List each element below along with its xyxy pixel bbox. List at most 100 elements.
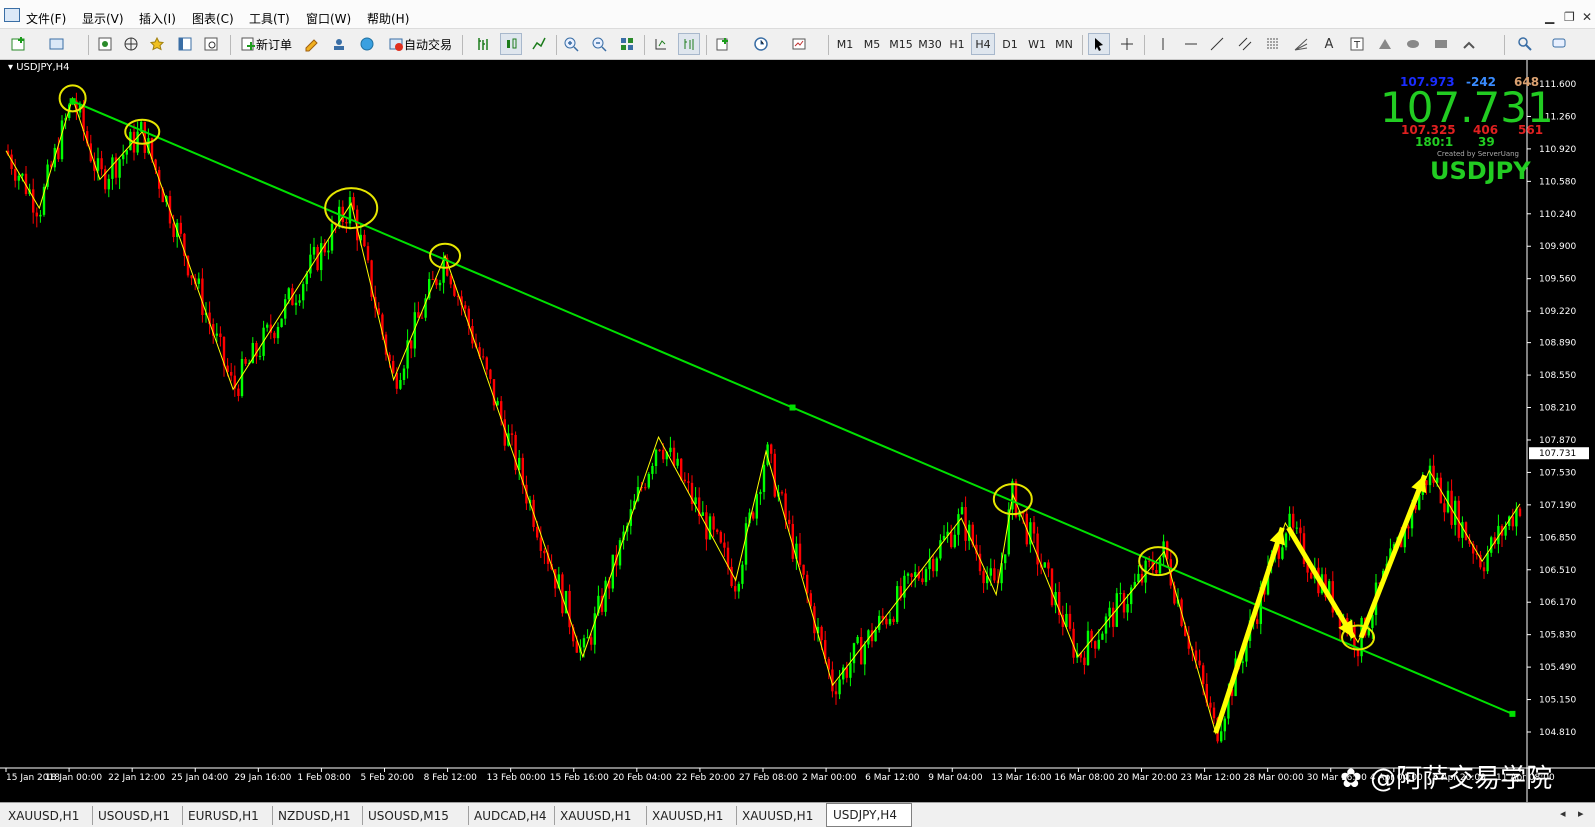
vertical-line-icon[interactable]	[1152, 33, 1174, 55]
menu-window[interactable]: 窗口(W)	[306, 10, 351, 27]
chart-shift-icon[interactable]	[678, 33, 700, 55]
menu-charts[interactable]: 图表(C)	[192, 10, 234, 27]
candle-body	[798, 543, 802, 565]
candle-body	[676, 458, 679, 466]
indicators-icon[interactable]	[712, 33, 734, 55]
candle-body	[107, 178, 110, 190]
menu-file[interactable]: 文件(F)	[26, 10, 66, 27]
candle-body	[939, 540, 942, 559]
chart-tab[interactable]: XAUUSD,H1	[554, 806, 647, 825]
candle-body	[1068, 613, 1072, 629]
close-icon[interactable]: ✕	[1582, 10, 1592, 24]
candle-body	[21, 173, 24, 176]
auto-trading-button[interactable]: 自动交易	[384, 33, 456, 55]
candle-body	[802, 564, 805, 575]
chart-tab[interactable]: NZDUSD,H1	[272, 806, 363, 825]
timeframe-mn[interactable]: MN	[1052, 33, 1076, 55]
new-order-label: 新订单	[255, 37, 292, 52]
chart-tab[interactable]: USOUSD,H1	[92, 806, 183, 825]
chart-tab[interactable]: XAUUSD,H1	[736, 806, 827, 825]
timeframe-m1[interactable]: M1	[834, 33, 856, 55]
time-label: 5 Feb 20:00	[361, 773, 415, 783]
market-watch-icon[interactable]	[94, 33, 116, 55]
candle-body	[773, 453, 776, 497]
current-price-label: 107.731	[1539, 449, 1576, 459]
menu-insert[interactable]: 插入(I)	[139, 10, 176, 27]
equidistant-channel-icon[interactable]	[1234, 33, 1256, 55]
candle-body	[845, 667, 848, 678]
candle-body	[258, 355, 262, 357]
zoom-in-icon[interactable]	[560, 33, 582, 55]
chart-tab[interactable]: XAUUSD,H1	[646, 806, 737, 825]
navigator-icon[interactable]	[146, 33, 168, 55]
arrows-icon[interactable]	[1458, 33, 1480, 55]
zoom-out-icon[interactable]	[588, 33, 610, 55]
ellipse-icon[interactable]	[1402, 33, 1424, 55]
price-label: 110.240	[1539, 210, 1576, 220]
candle-body	[741, 564, 744, 584]
rectangle-icon[interactable]	[1430, 33, 1452, 55]
chart-tab[interactable]: USOUSD,M15	[362, 806, 469, 825]
menu-help[interactable]: 帮助(H)	[367, 10, 409, 27]
horizontal-line-icon[interactable]	[1180, 33, 1202, 55]
minimize-icon[interactable]: ▁	[1545, 10, 1554, 24]
chart-tab[interactable]: XAUUSD,H1	[2, 806, 93, 825]
candle-body	[716, 529, 719, 532]
auto-scroll-icon[interactable]	[650, 33, 672, 55]
terminal-icon[interactable]	[174, 33, 196, 55]
market-icon[interactable]	[356, 33, 378, 55]
fibonacci-icon[interactable]	[1262, 33, 1284, 55]
candle-body	[838, 679, 841, 695]
candle-body	[39, 214, 42, 217]
candle-body	[449, 275, 452, 285]
chat-icon[interactable]	[1548, 33, 1570, 55]
candle-body	[1043, 562, 1046, 568]
fibo-fan-icon[interactable]	[1290, 33, 1312, 55]
text-icon[interactable]: A	[1318, 33, 1340, 55]
triangle-icon[interactable]	[1374, 33, 1396, 55]
candle-body	[392, 360, 395, 373]
tab-scroll-right-icon[interactable]: ▸	[1578, 807, 1584, 820]
line-chart-icon[interactable]	[528, 33, 550, 55]
menu-view[interactable]: 显示(V)	[82, 10, 124, 27]
candlestick-icon[interactable]	[500, 33, 522, 55]
periods-icon[interactable]	[750, 33, 772, 55]
crosshair-icon[interactable]	[1116, 33, 1138, 55]
new-chart-icon[interactable]	[8, 33, 30, 55]
candle-body	[708, 516, 712, 540]
timeframe-d1[interactable]: D1	[999, 33, 1021, 55]
restore-icon[interactable]: ❐	[1564, 10, 1575, 24]
candle-body	[1050, 568, 1054, 606]
timeframe-m5[interactable]: M5	[861, 33, 883, 55]
chart-tab[interactable]: AUDCAD,H4	[468, 806, 555, 825]
signals-icon[interactable]	[328, 33, 350, 55]
metaeditor-icon[interactable]	[300, 33, 322, 55]
bar-chart-icon[interactable]	[472, 33, 494, 55]
price-label: 104.810	[1539, 728, 1576, 738]
search-icon[interactable]	[1514, 33, 1536, 55]
data-window-icon[interactable]	[120, 33, 142, 55]
tab-scroll-left-icon[interactable]: ◂	[1560, 807, 1566, 820]
candle-body	[302, 284, 305, 301]
timeframe-h1[interactable]: H1	[946, 33, 968, 55]
down-arrow	[1286, 526, 1356, 639]
timeframe-w1[interactable]: W1	[1025, 33, 1049, 55]
price-chart[interactable]: 111.600 111.260 110.920 110.580 110.240 109.9…	[0, 60, 1595, 802]
tile-windows-icon[interactable]	[616, 33, 638, 55]
new-order-button[interactable]: 新订单	[236, 33, 296, 55]
candle-body	[280, 318, 283, 327]
profiles-icon[interactable]	[46, 33, 68, 55]
menu-tools[interactable]: 工具(T)	[249, 10, 290, 27]
timeframe-m15[interactable]: M15	[888, 33, 914, 55]
timeframe-h4[interactable]: H4	[971, 33, 995, 55]
strategy-tester-icon[interactable]	[200, 33, 222, 55]
chart-tab[interactable]: EURUSD,H1	[182, 806, 273, 825]
cursor-icon[interactable]	[1088, 33, 1110, 55]
trendline-icon[interactable]	[1206, 33, 1228, 55]
templates-icon[interactable]	[788, 33, 810, 55]
candle-body	[244, 358, 247, 364]
timeframe-m30[interactable]: M30	[917, 33, 943, 55]
price-label: 106.170	[1539, 598, 1576, 608]
chart-tab[interactable]: USDJPY,H4	[826, 803, 912, 827]
text-label-icon[interactable]: T	[1346, 33, 1368, 55]
